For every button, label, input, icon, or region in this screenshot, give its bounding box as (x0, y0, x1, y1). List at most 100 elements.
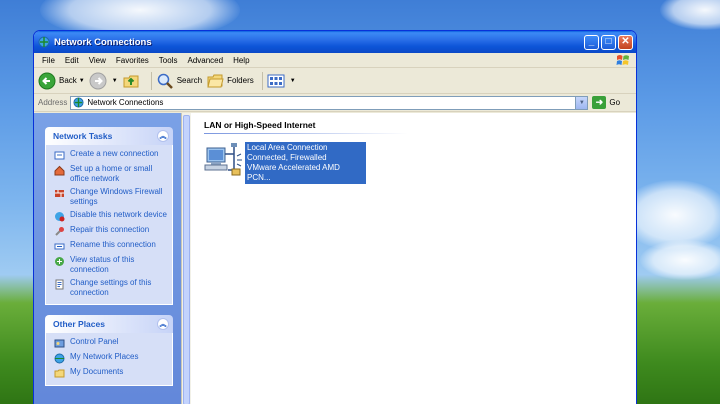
menu-help[interactable]: Help (229, 56, 255, 65)
network-task-label: Rename this connection (70, 240, 156, 249)
forward-dropdown-icon[interactable]: ▼ (112, 78, 118, 84)
titlebar[interactable]: Network Connections _ □ ✕ (34, 31, 636, 53)
other-places-title: Other Places (53, 319, 105, 329)
disable-device-icon (54, 211, 65, 222)
network-task-label: View status of this connection (70, 255, 135, 274)
network-task-label: Create a new connection (70, 149, 159, 158)
views-button[interactable]: ▼ (267, 73, 296, 89)
network-places-icon (54, 353, 65, 364)
network-task-label: Change Windows Firewall settings (70, 187, 163, 206)
network-task-5[interactable]: Repair this connection (54, 225, 168, 237)
task-pane: Network Tasks ︽ Create a new connection S… (34, 113, 181, 404)
toolbar-separator (261, 71, 263, 90)
network-connections-icon (38, 36, 50, 48)
network-task-label: Disable this network device (70, 210, 167, 219)
address-value: Network Connections (87, 98, 164, 107)
back-button[interactable]: Back ▼ (38, 72, 85, 90)
connection-device: VMware Accelerated AMD PCN... (247, 163, 340, 182)
connection-label: Local Area Connection Connected, Firewal… (245, 142, 366, 184)
connection-item[interactable]: Local Area Connection Connected, Firewal… (204, 142, 366, 184)
desktop-cloud (660, 0, 720, 30)
folders-icon (207, 74, 224, 87)
go-button[interactable]: ➜ Go (592, 96, 620, 109)
firewall-icon (54, 188, 65, 199)
network-tasks-title: Network Tasks (53, 131, 113, 141)
maximize-button[interactable]: □ (601, 34, 616, 50)
search-label: Search (176, 76, 203, 85)
group-divider (204, 133, 408, 134)
other-places-list: Control Panel My Network Places My Documen… (45, 333, 173, 386)
content-area: Network Tasks ︽ Create a new connection S… (34, 113, 636, 404)
folders-label: Folders (227, 76, 254, 85)
control-panel-icon (54, 338, 65, 349)
forward-arrow-icon (89, 72, 107, 89)
menu-tools[interactable]: Tools (155, 56, 184, 65)
close-button[interactable]: ✕ (618, 34, 633, 50)
network-tasks-list: Create a new connection Set up a home or … (45, 145, 173, 305)
views-icon (267, 74, 285, 87)
other-place-label: Control Panel (70, 337, 119, 346)
network-task-label: Repair this connection (70, 225, 150, 234)
new-connection-icon (54, 150, 65, 161)
menu-file[interactable]: File (38, 56, 61, 65)
task-pane-scrollbar[interactable] (181, 113, 191, 404)
go-label: Go (609, 98, 621, 107)
network-task-label: Set up a home or small office network (70, 164, 153, 183)
network-tasks-panel: Network Tasks ︽ Create a new connection S… (45, 127, 173, 305)
menu-favorites[interactable]: Favorites (112, 56, 155, 65)
menu-view[interactable]: View (85, 56, 112, 65)
repair-icon (54, 226, 65, 237)
search-button[interactable]: Search (156, 72, 202, 90)
network-task-7[interactable]: View status of this connection (54, 255, 168, 275)
settings-icon (54, 279, 65, 290)
connection-name: Local Area Connection (247, 143, 328, 152)
network-tasks-header[interactable]: Network Tasks ︽ (45, 127, 173, 145)
menu-advanced[interactable]: Advanced (183, 56, 229, 65)
desktop-cloud (640, 240, 720, 280)
connection-status: Connected, Firewalled (247, 153, 327, 162)
menu-edit[interactable]: Edit (61, 56, 85, 65)
collapse-icon[interactable]: ︽ (157, 130, 169, 142)
menu-bar: File Edit View Favorites Tools Advanced … (34, 53, 636, 68)
other-place-3[interactable]: My Documents (54, 367, 168, 379)
other-place-1[interactable]: Control Panel (54, 337, 168, 349)
network-task-label: Change settings of this connection (70, 278, 152, 297)
scrollbar-thumb[interactable] (183, 115, 190, 404)
toolbar: Back ▼ ▼ Search Folders ▼ (34, 68, 636, 94)
network-task-6[interactable]: Rename this connection (54, 240, 168, 252)
network-task-2[interactable]: Set up a home or small office network (54, 164, 168, 184)
go-arrow-icon: ➜ (592, 96, 607, 109)
network-task-8[interactable]: Change settings of this connection (54, 278, 168, 298)
views-dropdown-icon[interactable]: ▼ (290, 78, 296, 84)
other-place-2[interactable]: My Network Places (54, 352, 168, 364)
file-list: LAN or High-Speed Internet Local Area Co… (192, 113, 636, 404)
network-connections-icon (73, 97, 84, 108)
other-place-label: My Network Places (70, 352, 139, 361)
toolbar-separator (150, 71, 152, 90)
other-places-panel: Other Places ︽ Control Panel My Network P… (45, 315, 173, 386)
address-dropdown-icon[interactable]: ▼ (575, 96, 588, 109)
status-icon (54, 256, 65, 267)
up-folder-icon (123, 75, 139, 87)
rename-icon (54, 241, 65, 252)
other-places-header[interactable]: Other Places ︽ (45, 315, 173, 333)
collapse-icon[interactable]: ︽ (157, 318, 169, 330)
address-bar: Address Network Connections ▼ ➜ Go (34, 94, 636, 112)
up-folder-button[interactable] (122, 72, 143, 90)
home-network-icon (54, 165, 65, 176)
lan-connection-icon (204, 143, 242, 176)
network-task-3[interactable]: Change Windows Firewall settings (54, 187, 168, 207)
explorer-window: Network Connections _ □ ✕ File Edit View… (33, 30, 637, 404)
address-input[interactable]: Network Connections ▼ (70, 95, 589, 110)
network-task-4[interactable]: Disable this network device (54, 210, 168, 222)
minimize-button[interactable]: _ (584, 34, 599, 50)
window-title: Network Connections (54, 36, 152, 48)
back-dropdown-icon[interactable]: ▼ (79, 78, 85, 84)
search-icon (157, 73, 173, 89)
network-task-1[interactable]: Create a new connection (54, 149, 168, 161)
back-arrow-icon (38, 72, 56, 89)
other-place-label: My Documents (70, 367, 124, 376)
folders-button[interactable]: Folders (206, 72, 254, 90)
windows-logo-icon (616, 55, 629, 65)
forward-button[interactable]: ▼ (89, 72, 118, 90)
